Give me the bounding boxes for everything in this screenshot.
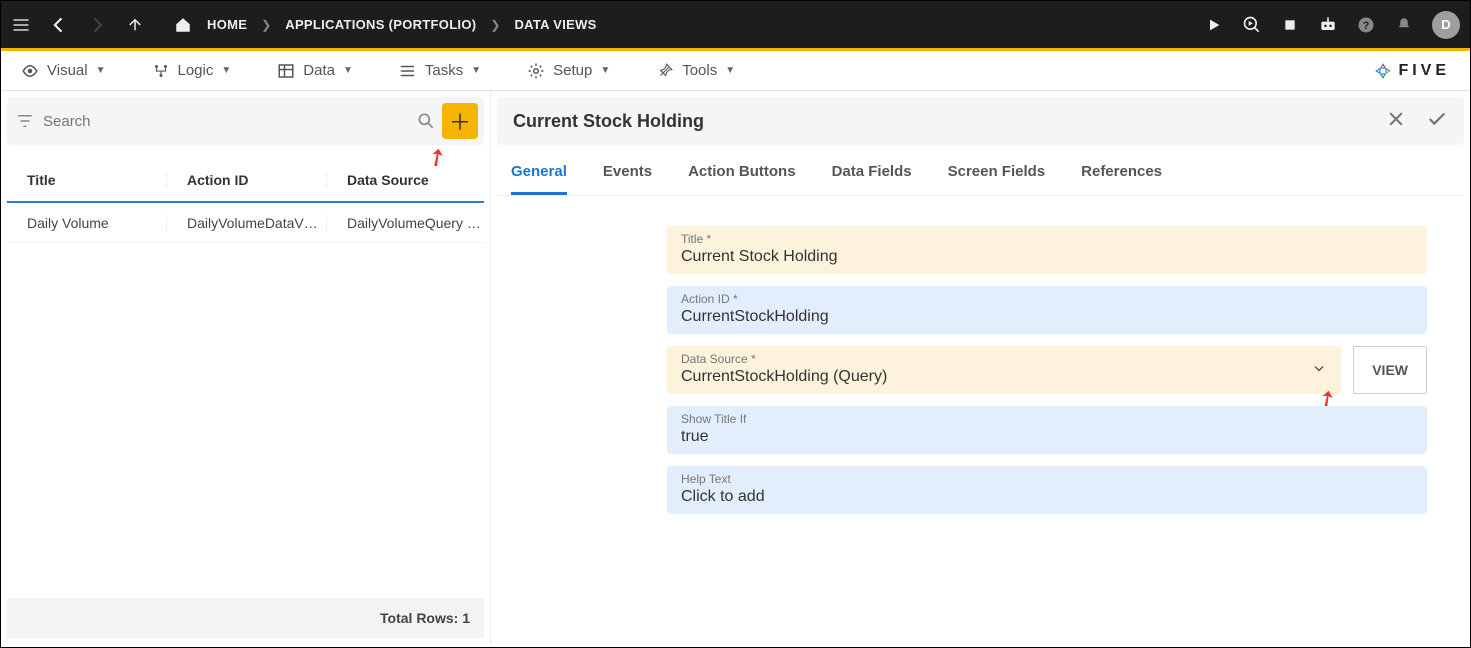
detail-header: Current Stock Holding — [497, 97, 1464, 145]
field-datasource[interactable]: Data Source * CurrentStockHolding (Query… — [667, 346, 1341, 394]
robot-icon[interactable] — [1318, 15, 1338, 35]
tab-events[interactable]: Events — [603, 163, 652, 195]
detail-panel: Current Stock Holding General Events Act… — [491, 91, 1470, 644]
col-header-source[interactable]: Data Source — [327, 172, 484, 188]
field-helptext[interactable]: Help Text Click to add — [667, 466, 1427, 514]
chevron-down-icon[interactable] — [1311, 361, 1327, 380]
home-icon[interactable] — [173, 15, 193, 35]
tab-action-buttons[interactable]: Action Buttons — [688, 163, 795, 195]
tab-screen-fields[interactable]: Screen Fields — [948, 163, 1046, 195]
cell-action: DailyVolumeDataV… — [167, 215, 327, 231]
breadcrumb-home[interactable]: HOME — [207, 17, 247, 32]
tabs: General Events Action Buttons Data Field… — [497, 145, 1464, 196]
chevron-right-icon: ❯ — [490, 18, 500, 32]
chevron-down-icon: ▼ — [221, 65, 231, 76]
confirm-icon[interactable] — [1426, 108, 1448, 135]
play-icon[interactable] — [1204, 15, 1224, 35]
svg-text:?: ? — [1363, 20, 1370, 32]
chevron-down-icon: ▼ — [96, 65, 106, 76]
form: Title * Current Stock Holding Action ID … — [667, 196, 1427, 544]
table-row[interactable]: Daily Volume DailyVolumeDataV… DailyVolu… — [7, 203, 484, 243]
menu-data[interactable]: Data▼ — [277, 62, 353, 80]
chevron-down-icon: ▼ — [725, 65, 735, 76]
field-showtitleif[interactable]: Show Title If true — [667, 406, 1427, 454]
col-header-action[interactable]: Action ID — [167, 172, 327, 188]
chevron-down-icon: ▼ — [343, 65, 353, 76]
value-helptext: Click to add — [681, 488, 1413, 506]
data-grid: Title Action ID Data Source Daily Volume… — [7, 159, 484, 638]
field-actionid[interactable]: Action ID * CurrentStockHolding — [667, 286, 1427, 334]
search-icon[interactable] — [416, 111, 436, 131]
chevron-right-icon: ❯ — [261, 18, 271, 32]
value-title: Current Stock Holding — [681, 248, 1413, 266]
chevron-down-icon: ▼ — [471, 65, 481, 76]
avatar-letter: D — [1441, 17, 1450, 32]
search-row: ＋ — [7, 97, 484, 145]
chevron-down-icon: ▼ — [600, 65, 610, 76]
menu-tasks[interactable]: Tasks▼ — [399, 62, 481, 80]
filter-icon[interactable] — [13, 112, 37, 130]
label-title: Title * — [681, 232, 1413, 246]
avatar[interactable]: D — [1432, 11, 1460, 39]
tab-general[interactable]: General — [511, 163, 567, 195]
menu-bar: Visual▼ Logic▼ Data▼ Tasks▼ Setup▼ Tools… — [1, 51, 1470, 91]
menu-visual[interactable]: Visual▼ — [21, 62, 106, 80]
forward-icon — [87, 15, 107, 35]
up-icon[interactable] — [125, 15, 145, 35]
add-button[interactable]: ＋ — [442, 103, 478, 139]
close-icon[interactable] — [1386, 109, 1406, 134]
back-icon[interactable] — [49, 15, 69, 35]
detail-title: Current Stock Holding — [513, 111, 704, 132]
label-actionid: Action ID * — [681, 292, 1413, 306]
value-datasource: CurrentStockHolding (Query) — [681, 368, 1327, 386]
tab-data-fields[interactable]: Data Fields — [832, 163, 912, 195]
col-header-title[interactable]: Title — [7, 172, 167, 188]
breadcrumb-dataviews[interactable]: DATA VIEWS — [514, 17, 596, 32]
logo: FIVE — [1374, 62, 1450, 80]
field-title[interactable]: Title * Current Stock Holding — [667, 226, 1427, 274]
hamburger-icon[interactable] — [11, 15, 31, 35]
stop-icon[interactable] — [1280, 15, 1300, 35]
menu-logic[interactable]: Logic▼ — [152, 62, 232, 80]
value-showtitleif: true — [681, 428, 1413, 446]
list-panel: ＋ ➚ Title Action ID Data Source Daily Vo… — [1, 91, 491, 644]
cell-source: DailyVolumeQuery … — [327, 215, 484, 231]
bell-icon[interactable] — [1394, 15, 1414, 35]
label-showtitleif: Show Title If — [681, 412, 1413, 426]
label-helptext: Help Text — [681, 472, 1413, 486]
cell-title: Daily Volume — [7, 215, 167, 231]
tab-references[interactable]: References — [1081, 163, 1162, 195]
top-bar: HOME ❯ APPLICATIONS (PORTFOLIO) ❯ DATA V… — [1, 1, 1470, 51]
breadcrumb-applications[interactable]: APPLICATIONS (PORTFOLIO) — [285, 17, 476, 32]
view-button[interactable]: VIEW — [1353, 346, 1427, 394]
search-input[interactable] — [43, 113, 410, 130]
menu-setup[interactable]: Setup▼ — [527, 62, 610, 80]
menu-tools[interactable]: Tools▼ — [656, 62, 735, 80]
grid-footer: Total Rows: 1 — [7, 598, 484, 638]
grid-body: Daily Volume DailyVolumeDataV… DailyVolu… — [7, 203, 484, 598]
search-play-icon[interactable] — [1242, 15, 1262, 35]
breadcrumb: HOME ❯ APPLICATIONS (PORTFOLIO) ❯ DATA V… — [173, 15, 597, 35]
value-actionid: CurrentStockHolding — [681, 308, 1413, 326]
label-datasource: Data Source * — [681, 352, 1327, 366]
logo-icon — [1374, 62, 1392, 80]
help-icon[interactable]: ? — [1356, 15, 1376, 35]
grid-header: Title Action ID Data Source — [7, 159, 484, 203]
plus-icon: ＋ — [449, 105, 471, 137]
